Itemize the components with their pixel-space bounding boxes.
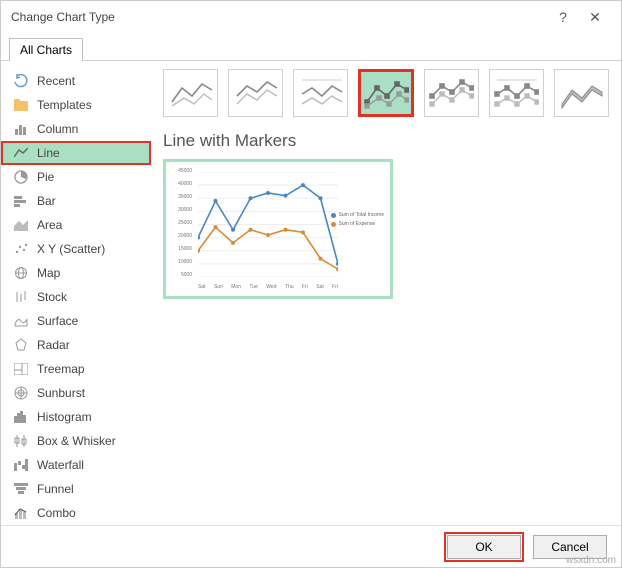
sidebar-item-map[interactable]: Map [1,261,151,285]
sidebar-item-label: Combo [37,506,76,520]
chart-preview[interactable]: 4500040000350003000025000200001500010000… [163,159,393,299]
surface-icon [13,313,29,329]
line-icon [13,145,29,161]
legend-item-2: Sum of Expense [339,221,376,227]
sidebar-item-label: Histogram [37,410,92,424]
sidebar-item-radar[interactable]: Radar [1,333,151,357]
chart-category-sidebar: Recent Templates Column Line Pie Bar Are… [1,61,151,525]
subtype-line[interactable] [163,69,218,117]
tab-all-charts[interactable]: All Charts [9,38,83,61]
subtype-stacked-line-markers[interactable] [424,69,479,117]
recent-icon [13,73,29,89]
subtype-stacked-line[interactable] [228,69,283,117]
subtype-100-stacked-line-markers[interactable] [489,69,544,117]
sidebar-item-combo[interactable]: Combo [1,501,151,525]
sidebar-item-label: Recent [37,74,75,88]
sidebar-item-pie[interactable]: Pie [1,165,151,189]
sidebar-item-label: Funnel [37,482,74,496]
sidebar-item-sunburst[interactable]: Sunburst [1,381,151,405]
chart-plot-area [198,172,338,277]
chart-legend: Sum of Total Income Sum of Expense [331,212,385,230]
area-icon [13,217,29,233]
combo-icon [13,505,29,521]
ok-button[interactable]: OK [447,535,521,559]
scatter-icon [13,241,29,257]
sunburst-icon [13,385,29,401]
sidebar-item-label: Column [37,122,78,136]
subtype-100-stacked-line[interactable] [293,69,348,117]
selected-subtype-name: Line with Markers [163,131,609,151]
sidebar-item-label: X Y (Scatter) [37,242,105,256]
pie-icon [13,169,29,185]
line-subtype-row [163,69,609,117]
sidebar-item-treemap[interactable]: Treemap [1,357,151,381]
sidebar-item-line[interactable]: Line [1,141,151,165]
map-icon [13,265,29,281]
x-axis-ticks: SatSunMonTueWedThuFriSatFri [198,284,338,290]
sidebar-item-bar[interactable]: Bar [1,189,151,213]
sidebar-item-histogram[interactable]: Histogram [1,405,151,429]
sidebar-item-label: Line [37,146,60,160]
change-chart-type-dialog: Change Chart Type ? ✕ All Charts Recent … [0,0,622,568]
watermark: wsxdn.com [566,555,616,566]
sidebar-item-stock[interactable]: Stock [1,285,151,309]
sidebar-item-boxwhisker[interactable]: Box & Whisker [1,429,151,453]
sidebar-item-label: Treemap [37,362,85,376]
sidebar-item-label: Area [37,218,62,232]
sidebar-item-label: Sunburst [37,386,85,400]
sidebar-item-label: Map [37,266,60,280]
sidebar-item-scatter[interactable]: X Y (Scatter) [1,237,151,261]
sidebar-item-label: Radar [37,338,70,352]
bar-icon [13,193,29,209]
sidebar-item-column[interactable]: Column [1,117,151,141]
main-panel: Line with Markers 4500040000350003000025… [151,61,621,525]
sidebar-item-label: Stock [37,290,67,304]
sidebar-item-surface[interactable]: Surface [1,309,151,333]
titlebar: Change Chart Type ? ✕ [1,1,621,33]
sidebar-item-label: Box & Whisker [37,434,116,448]
sidebar-item-label: Bar [37,194,56,208]
templates-icon [13,97,29,113]
sidebar-item-area[interactable]: Area [1,213,151,237]
sidebar-item-templates[interactable]: Templates [1,93,151,117]
histogram-icon [13,409,29,425]
dialog-footer: OK Cancel [1,525,621,567]
sidebar-item-label: Pie [37,170,54,184]
subtype-line-with-markers[interactable] [358,69,413,117]
funnel-icon [13,481,29,497]
sidebar-item-label: Templates [37,98,92,112]
radar-icon [13,337,29,353]
treemap-icon [13,361,29,377]
sidebar-item-label: Waterfall [37,458,84,472]
stock-icon [13,289,29,305]
help-button[interactable]: ? [547,9,579,25]
sidebar-item-funnel[interactable]: Funnel [1,477,151,501]
boxwhisker-icon [13,433,29,449]
waterfall-icon [13,457,29,473]
subtype-3d-line[interactable] [554,69,609,117]
y-axis-ticks: 4500040000350003000025000200001500010000… [170,168,192,278]
column-icon [13,121,29,137]
sidebar-item-label: Surface [37,314,78,328]
tab-strip: All Charts [1,33,621,61]
close-button[interactable]: ✕ [579,9,611,26]
legend-item-1: Sum of Total Income [339,212,385,218]
sidebar-item-recent[interactable]: Recent [1,69,151,93]
sidebar-item-waterfall[interactable]: Waterfall [1,453,151,477]
dialog-title: Change Chart Type [11,10,547,24]
